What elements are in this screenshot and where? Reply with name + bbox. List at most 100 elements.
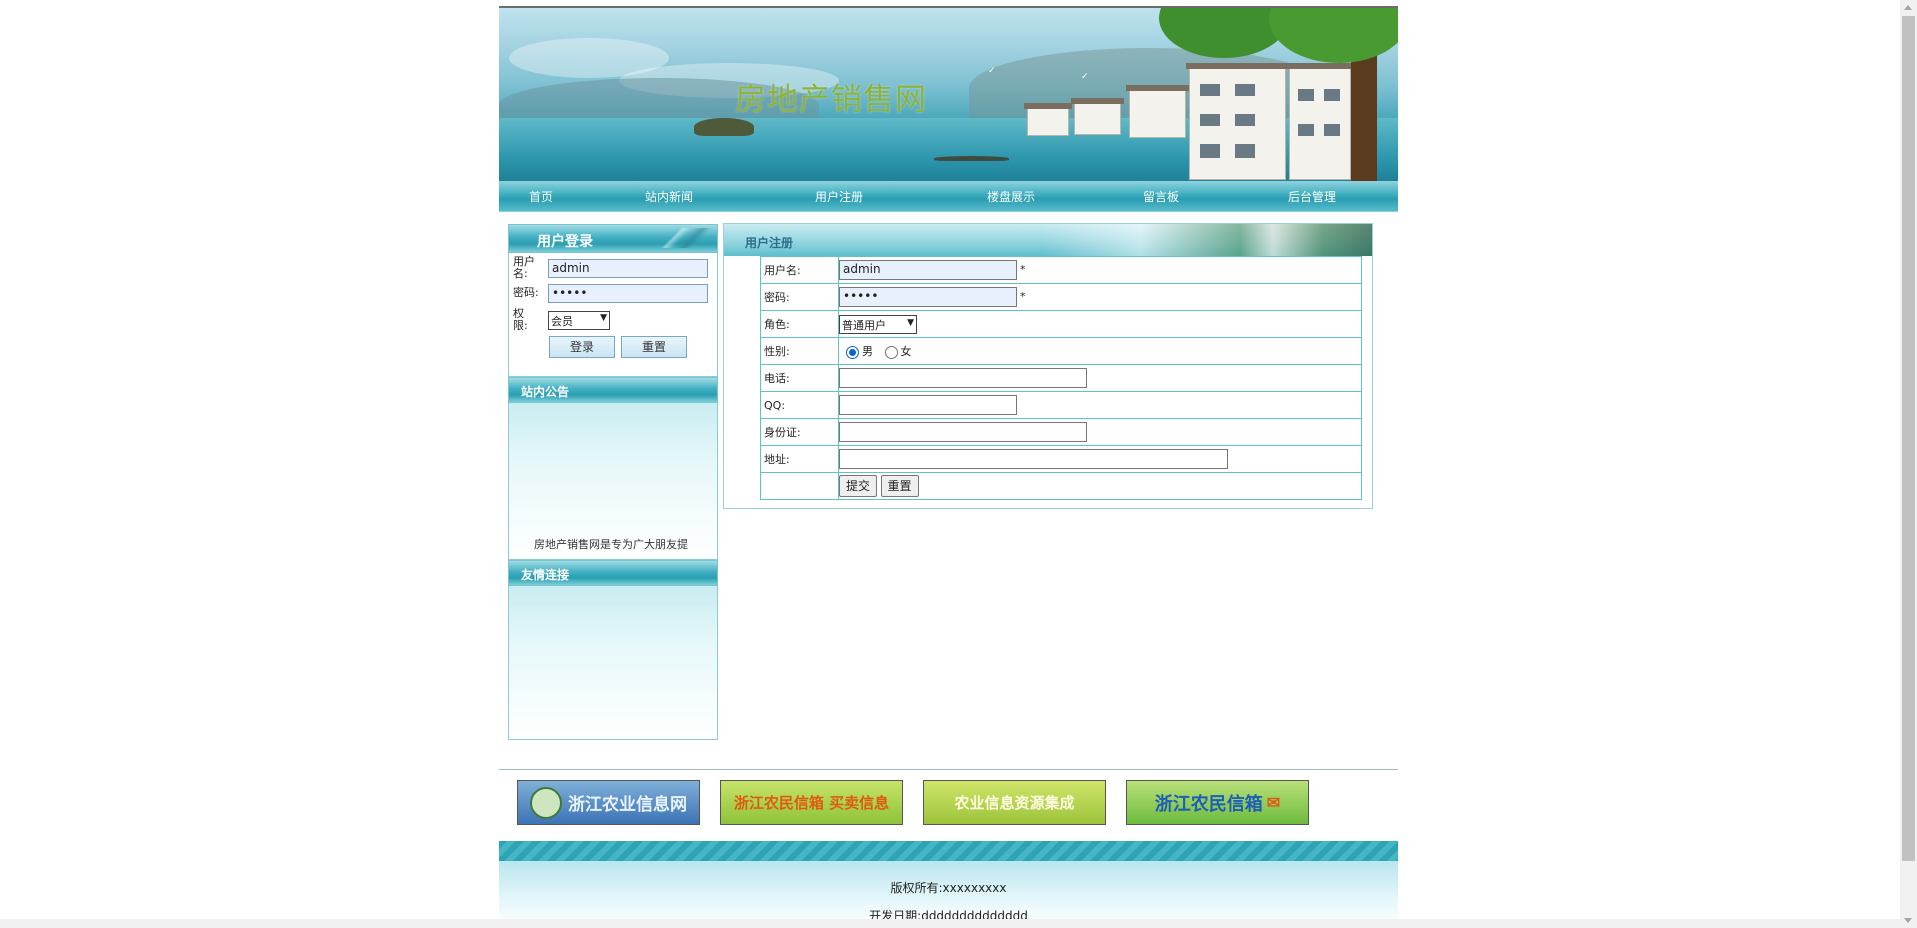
- form-row-qq: QQ:: [760, 391, 1362, 419]
- nav-register[interactable]: 用户注册: [815, 188, 863, 205]
- partner-label: 浙江农民信箱: [1154, 793, 1263, 815]
- phone-label: 电话:: [760, 364, 839, 392]
- partner-label: 农业信息资源集成: [954, 794, 1075, 812]
- notice-panel-title: 站内公告: [521, 385, 570, 399]
- scroll-up-icon[interactable]: [1904, 5, 1912, 10]
- scrollbar-thumb[interactable]: [1902, 16, 1915, 861]
- footer-divider: [499, 769, 1398, 770]
- partner-link-zj-mailbox-trade[interactable]: 浙江农民信箱 买卖信息: [720, 780, 903, 825]
- gender-female-radio[interactable]: [884, 345, 898, 359]
- login-password-label: 密码:: [513, 286, 539, 299]
- left-sidebar: 用户登录 用户名: admin 密码: ••••• 权限: 会员 ▼ 登录 重置…: [508, 224, 718, 740]
- nav-news[interactable]: 站内新闻: [645, 188, 693, 205]
- banner-islet: [694, 118, 754, 136]
- login-role-select[interactable]: 会员 ▼: [548, 311, 610, 330]
- banner-house: [1126, 85, 1189, 138]
- links-panel-header: 友情连接: [508, 560, 718, 586]
- partner-label: 浙江农业信息网: [568, 795, 687, 815]
- role-select[interactable]: 普通用户 ▼: [839, 314, 917, 334]
- partner-link-zj-mailbox[interactable]: 浙江农民信箱 ✉: [1126, 780, 1309, 825]
- site-title: 房地产销售网: [735, 82, 927, 118]
- mailbox-icon: ✉: [1266, 793, 1281, 812]
- login-role-value: 会员: [551, 315, 573, 328]
- vertical-scrollbar[interactable]: [1900, 0, 1917, 928]
- partner-link-zj-agri-info[interactable]: 浙江农业信息网: [517, 780, 700, 825]
- gender-male-label: 男: [862, 345, 873, 358]
- register-panel-header: 用户注册: [724, 224, 1372, 256]
- required-mark: *: [1020, 263, 1026, 276]
- register-panel-title: 用户注册: [745, 236, 794, 250]
- banner-tree: [1269, 8, 1398, 63]
- login-button[interactable]: 登录: [549, 336, 615, 358]
- gender-label: 性别:: [760, 337, 839, 365]
- footer-pattern-band: [499, 841, 1398, 861]
- login-password-input[interactable]: •••••: [548, 284, 708, 303]
- reset-button[interactable]: 重置: [880, 475, 919, 497]
- qq-input[interactable]: [839, 395, 1017, 415]
- partner-label: 浙江农民信箱 买卖信息: [733, 793, 890, 812]
- form-row-gender: 性别: 男 女: [760, 337, 1362, 365]
- chevron-down-icon: ▼: [907, 317, 914, 328]
- footer-copyright: 版权所有:xxxxxxxxx: [890, 881, 1007, 895]
- actions-spacer: [760, 472, 839, 500]
- header-decoration: [1042, 224, 1372, 256]
- form-row-password: 密码: ••••• *: [760, 283, 1362, 311]
- banner-house: [1071, 98, 1124, 135]
- links-panel: [508, 586, 718, 740]
- username-input[interactable]: admin: [839, 260, 1017, 280]
- login-username-label: 用户名:: [513, 255, 535, 280]
- submit-button[interactable]: 提交: [839, 475, 878, 497]
- chevron-down-icon: ▼: [600, 313, 607, 323]
- horizontal-scrollbar[interactable]: [0, 919, 1900, 928]
- banner-bird: ✓: [1081, 72, 1089, 82]
- qq-label: QQ:: [760, 391, 839, 419]
- address-label: 地址:: [760, 445, 839, 473]
- password-label: 密码:: [760, 283, 839, 311]
- notice-panel: 房地产销售网是专为广大朋友提: [508, 403, 718, 560]
- header-decoration: [657, 228, 715, 248]
- form-row-role: 角色: 普通用户 ▼: [760, 310, 1362, 338]
- nav-home[interactable]: 首页: [529, 188, 553, 205]
- site-footer: 版权所有:xxxxxxxxx 开发日期:dddddddddddddd: [499, 861, 1398, 928]
- nav-admin[interactable]: 后台管理: [1288, 188, 1336, 205]
- phone-input[interactable]: [839, 368, 1087, 388]
- required-mark: *: [1020, 290, 1026, 303]
- notice-panel-header: 站内公告: [508, 377, 718, 403]
- gender-female-label: 女: [900, 345, 912, 358]
- banner-boat: [934, 156, 1009, 161]
- links-panel-title: 友情连接: [521, 568, 570, 582]
- nav-properties[interactable]: 楼盘展示: [987, 188, 1035, 205]
- login-panel-title: 用户登录: [537, 234, 593, 250]
- login-role-label: 权限:: [513, 307, 528, 332]
- page-container: ✓ ✓ 房地产销售网 首页 站内新闻 用户注册 楼盘展示 留言板 后台管理 用户…: [499, 6, 1398, 928]
- form-row-actions: 提交 重置: [760, 472, 1362, 500]
- scroll-down-icon[interactable]: [1904, 918, 1912, 923]
- partner-link-agri-resources[interactable]: 农业信息资源集成: [923, 780, 1106, 825]
- banner-house: [1024, 103, 1072, 136]
- register-form: 用户名: admin * 密码: ••••• * 角色: 普通用户 ▼ 性别: …: [760, 256, 1362, 500]
- nav-guestbook[interactable]: 留言板: [1143, 188, 1179, 205]
- banner-bird: ✓: [988, 66, 996, 76]
- login-form: 用户名: admin 密码: ••••• 权限: 会员 ▼ 登录 重置: [508, 253, 718, 377]
- register-panel: 用户注册 用户名: admin * 密码: ••••• * 角色: 普通用户 ▼…: [723, 223, 1373, 509]
- login-panel-header: 用户登录: [508, 224, 718, 253]
- notice-marquee-text: 房地产销售网是专为广大朋友提: [534, 538, 688, 551]
- emblem-icon: [530, 786, 562, 819]
- site-banner: ✓ ✓ 房地产销售网: [499, 6, 1398, 183]
- id-card-input[interactable]: [839, 422, 1087, 442]
- banner-villa: [1186, 63, 1289, 180]
- banner-villa: [1286, 63, 1354, 180]
- login-username-input[interactable]: admin: [548, 259, 708, 278]
- form-row-id: 身份证:: [760, 418, 1362, 446]
- address-input[interactable]: [839, 449, 1228, 469]
- login-reset-button[interactable]: 重置: [621, 336, 687, 358]
- form-row-username: 用户名: admin *: [760, 256, 1362, 284]
- main-nav: 首页 站内新闻 用户注册 楼盘展示 留言板 后台管理: [499, 181, 1398, 212]
- role-label: 角色:: [760, 310, 839, 338]
- username-label: 用户名:: [760, 256, 839, 284]
- password-input[interactable]: •••••: [839, 287, 1017, 307]
- gender-male-radio[interactable]: [846, 345, 859, 359]
- id-card-label: 身份证:: [760, 418, 839, 446]
- role-value: 普通用户: [842, 318, 886, 332]
- form-row-address: 地址:: [760, 445, 1362, 473]
